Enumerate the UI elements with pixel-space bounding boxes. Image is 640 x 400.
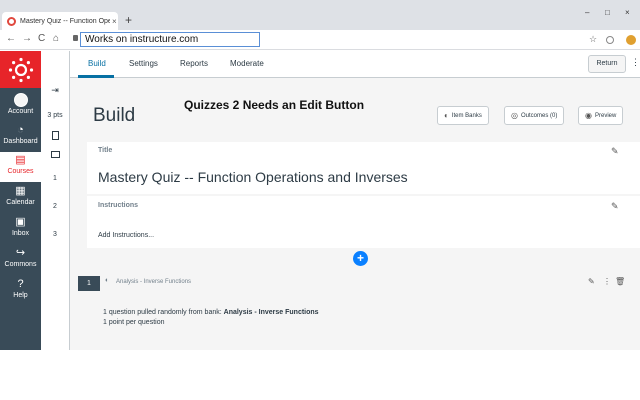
quiz-appbar: Build Settings Reports Moderate Return ⋮ xyxy=(41,51,640,78)
points-per-question: 1 point per question xyxy=(103,319,165,326)
overlay-banner: Quizzes 2 Needs an Edit Button xyxy=(184,98,365,112)
reload-button[interactable]: C xyxy=(38,33,45,45)
question-number: 1 xyxy=(78,276,100,291)
outline-question-2[interactable]: 2 xyxy=(41,203,69,210)
preview-label: Preview xyxy=(594,112,617,119)
tab-build[interactable]: Build xyxy=(88,59,106,68)
bank-pulled-prefix: 1 question pulled randomly from bank: xyxy=(103,309,222,316)
delete-trash-icon[interactable]: 🗑 xyxy=(615,277,625,286)
commons-icon: ↪ xyxy=(15,247,26,259)
item-banks-button[interactable]: ◐ Item Banks xyxy=(437,106,489,125)
instructions-placeholder[interactable]: Add Instructions... xyxy=(98,232,154,239)
quiz-title[interactable]: Mastery Quiz -- Function Operations and … xyxy=(98,169,408,185)
document-icon xyxy=(51,131,59,140)
browser-tab[interactable]: Mastery Quiz -- Function Operati × xyxy=(2,12,118,30)
edit-title-pencil-icon[interactable]: ✎ xyxy=(611,146,619,157)
avatar-icon xyxy=(13,93,28,107)
piggy-bank-icon: ◐ xyxy=(444,111,449,120)
total-points: 3 pts xyxy=(47,112,63,119)
bottom-blank-area xyxy=(0,350,640,400)
tab-close-icon[interactable]: × xyxy=(112,17,117,26)
nav-item-account[interactable]: Account xyxy=(0,91,41,121)
nav-item-commons[interactable]: ↪ Commons xyxy=(0,245,41,275)
dashboard-icon: ◔ xyxy=(17,124,24,136)
address-bar[interactable]: Works on instructure.com xyxy=(80,32,260,47)
extension-icon[interactable] xyxy=(606,36,614,44)
nav-label-dashboard: Dashboard xyxy=(3,138,38,145)
more-options-icon[interactable]: ⋮ xyxy=(631,57,640,68)
nav-item-calendar[interactable]: ▦ Calendar xyxy=(0,183,41,213)
nav-label-calendar: Calendar xyxy=(6,199,35,206)
add-content-plus-icon[interactable]: + xyxy=(353,251,368,266)
nav-label-account: Account xyxy=(7,108,34,115)
list-icon xyxy=(50,151,60,158)
outline-question-1[interactable]: 1 xyxy=(41,175,69,182)
canvas-logo[interactable] xyxy=(0,51,41,88)
edit-instructions-pencil-icon[interactable]: ✎ xyxy=(611,201,619,212)
title-card: Title ✎ Mastery Quiz -- Function Operati… xyxy=(87,142,640,194)
item-banks-label: Item Banks xyxy=(451,112,482,119)
instructions-label: Instructions xyxy=(98,202,139,209)
edit-item-pencil-icon[interactable]: ✎ xyxy=(588,277,595,286)
expand-sidebar-icon[interactable]: ⇥ xyxy=(41,85,69,96)
title-label: Title xyxy=(98,147,113,154)
document-outline-button[interactable] xyxy=(41,131,69,140)
nav-label-commons: Commons xyxy=(4,261,37,268)
minimize-button[interactable]: – xyxy=(585,8,589,17)
bank-name: Analysis - Inverse Functions xyxy=(116,279,192,285)
outcomes-button[interactable]: ◎ Outcomes (0) xyxy=(504,106,565,125)
eye-icon: ◉ xyxy=(585,111,592,120)
nav-label-inbox: Inbox xyxy=(11,230,30,237)
tab-moderate[interactable]: Moderate xyxy=(230,59,264,68)
outcomes-icon: ◎ xyxy=(511,111,518,120)
tab-title: Mastery Quiz -- Function Operati xyxy=(20,17,110,25)
calendar-icon: ▦ xyxy=(15,185,26,197)
nav-item-help[interactable]: ? Help xyxy=(0,276,41,306)
browser-tabbar: Mastery Quiz -- Function Operati × + – □… xyxy=(0,0,640,30)
tab-settings[interactable]: Settings xyxy=(129,59,158,68)
page-title: Build xyxy=(93,105,136,126)
maximize-button[interactable]: □ xyxy=(605,8,610,17)
piggy-bank-icon: ◐ xyxy=(105,277,110,284)
drag-handle-icon[interactable]: ⋮ xyxy=(603,277,611,286)
global-nav: Account ◔ Dashboard ▤ Courses ▦ Calendar… xyxy=(0,51,41,350)
stimulus-outline-button[interactable] xyxy=(41,151,69,158)
canvas-logo-icon xyxy=(8,57,33,82)
close-window-button[interactable]: × xyxy=(625,8,630,17)
bank-pulled-name: Analysis - Inverse Functions xyxy=(223,309,319,316)
nav-label-courses: Courses xyxy=(7,168,34,175)
home-button[interactable]: ⌂ xyxy=(53,33,59,45)
nav-label-help: Help xyxy=(13,292,28,299)
app: Mastery Quiz -- Function Operati × + – □… xyxy=(0,0,640,400)
quiz-sidebar: ⇥ 3 pts 1 2 3 xyxy=(41,51,70,350)
nav-item-courses[interactable]: ▤ Courses xyxy=(0,152,41,182)
help-icon: ? xyxy=(17,278,24,290)
browser-toolbar: ← → C ⌂ Works on instructure.com ☆ xyxy=(0,30,640,50)
canvas-favicon-icon xyxy=(7,16,16,26)
inbox-icon: ▣ xyxy=(15,216,26,228)
new-tab-button[interactable]: + xyxy=(125,13,132,27)
nav-item-inbox[interactable]: ▣ Inbox xyxy=(0,214,41,244)
bank-item-row: 1 ◐ Analysis - Inverse Functions ✎ ⋮ 🗑 xyxy=(78,276,640,294)
forward-button[interactable]: → xyxy=(22,33,32,45)
nav-item-dashboard[interactable]: ◔ Dashboard xyxy=(0,122,41,152)
tab-reports[interactable]: Reports xyxy=(180,59,208,68)
courses-icon: ▤ xyxy=(15,154,26,166)
lock-icon xyxy=(73,35,78,41)
build-main: Build Quizzes 2 Needs an Edit Button ◐ I… xyxy=(70,78,640,350)
back-button[interactable]: ← xyxy=(6,33,16,45)
outcomes-label: Outcomes (0) xyxy=(520,112,558,119)
outline-question-3[interactable]: 3 xyxy=(41,231,69,238)
preview-button[interactable]: ◉ Preview xyxy=(578,106,624,125)
profile-icon[interactable] xyxy=(626,35,636,45)
return-button[interactable]: Return xyxy=(588,55,626,73)
bank-pulled-text: 1 question pulled randomly from bank: An… xyxy=(103,309,319,316)
instructions-card: Instructions ✎ Add Instructions... xyxy=(87,196,640,248)
bookmark-star-icon[interactable]: ☆ xyxy=(589,34,597,45)
